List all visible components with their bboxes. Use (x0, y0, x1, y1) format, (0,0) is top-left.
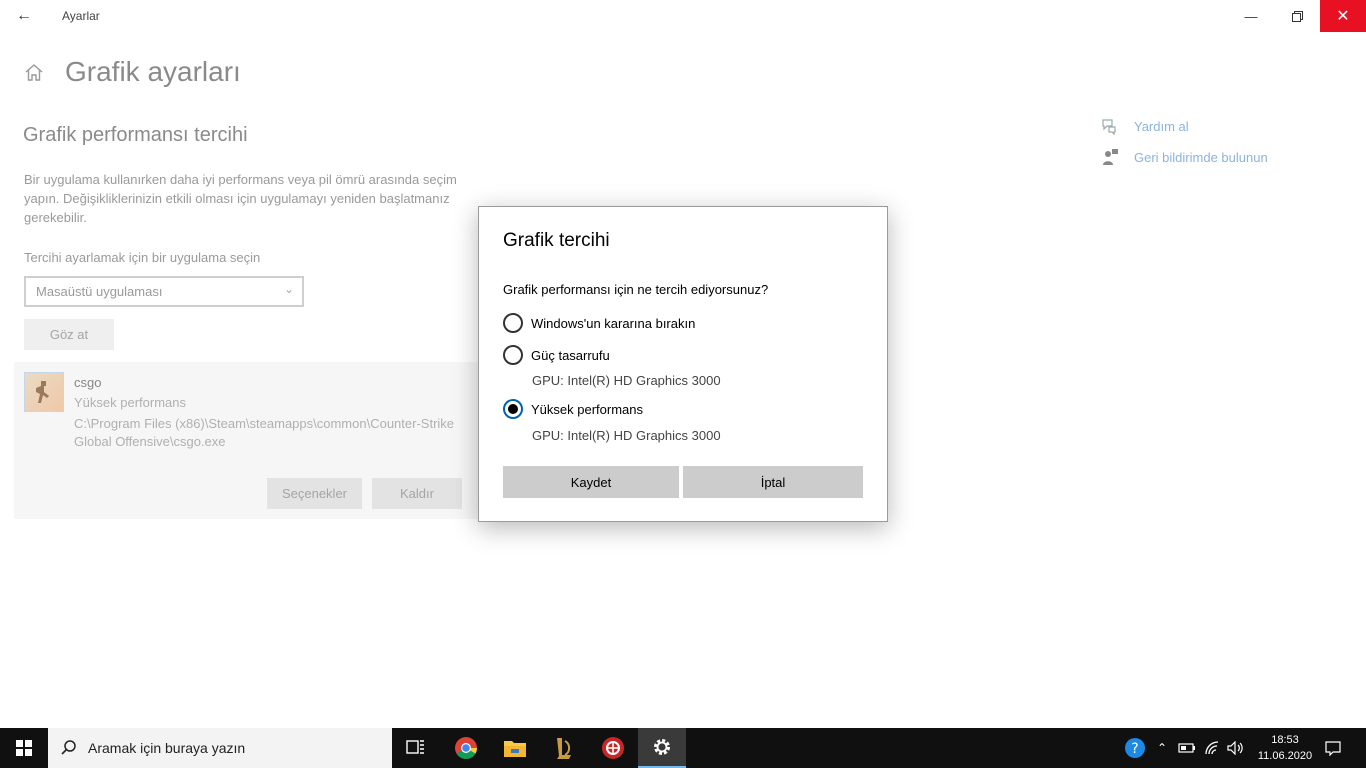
dialog-question: Grafik performansı için ne tercih ediyor… (503, 282, 769, 297)
chevron-down-icon: ⌄ (283, 282, 294, 296)
league-of-legends-icon (557, 738, 571, 759)
back-button[interactable]: ← (0, 0, 48, 32)
feedback-link[interactable]: Geri bildirimde bulunun (1134, 150, 1268, 165)
radio-button[interactable] (503, 345, 523, 365)
settings-icon (654, 739, 670, 755)
restore-button[interactable] (1274, 0, 1320, 32)
title-bar: ← Ayarlar — ✕ (0, 0, 1366, 32)
close-button[interactable]: ✕ (1320, 0, 1366, 32)
chrome-icon (455, 737, 477, 759)
page-title: Grafik ayarları (65, 56, 241, 87)
option-high-performance[interactable]: Yüksek performans (503, 399, 643, 419)
clock-date: 11.06.2020 (1257, 750, 1313, 762)
wifi-icon (1205, 741, 1219, 755)
radio-button[interactable] (503, 313, 523, 333)
app-type-select[interactable]: Masaüstü uygulaması ⌄ (24, 276, 304, 307)
svg-text:?: ? (1131, 741, 1138, 757)
app-name: csgo (74, 375, 102, 390)
remove-button[interactable]: Kaldır (372, 478, 462, 509)
file-explorer-icon (504, 741, 526, 757)
restore-icon (1291, 10, 1303, 22)
graphics-preference-dialog: Grafik tercihi Grafik performansı için n… (478, 206, 888, 522)
browse-button[interactable]: Göz at (24, 319, 114, 350)
notification-icon (1325, 741, 1341, 756)
help-chat-icon (1102, 119, 1116, 135)
section-description: Bir uygulama kullanırken daha iyi perfor… (24, 172, 457, 225)
search-icon (61, 740, 76, 755)
options-button[interactable]: Seçenekler (267, 478, 362, 509)
help-tray-button[interactable]: ? (1122, 728, 1148, 768)
help-link[interactable]: Yardım al (1134, 119, 1189, 134)
close-icon: ✕ (1336, 8, 1350, 25)
high-performance-gpu: GPU: Intel(R) HD Graphics 3000 (532, 428, 721, 443)
task-view-icon (406, 740, 424, 754)
minimize-button[interactable]: — (1228, 0, 1274, 32)
app-path: C:\Program Files (x86)\Steam\steamapps\c… (74, 416, 455, 449)
radio-button-checked[interactable] (503, 399, 523, 419)
clock[interactable]: 18:53 11.06.2020 (1250, 732, 1320, 764)
show-hidden-icons-button[interactable]: ⌃ (1152, 728, 1172, 768)
network-button[interactable] (1200, 728, 1224, 768)
battery-icon (1178, 743, 1195, 753)
option-label: Güç tasarrufu (531, 347, 610, 363)
app-title: Ayarlar (62, 9, 100, 23)
start-button[interactable] (0, 728, 48, 768)
antivirus-button[interactable] (589, 728, 637, 768)
dialog-title: Grafik tercihi (503, 230, 610, 251)
option-label: Windows'un kararına bırakın (531, 315, 696, 331)
task-view-button[interactable] (392, 728, 440, 768)
feedback-icon (1103, 149, 1118, 165)
battery-button[interactable] (1176, 728, 1198, 768)
home-icon[interactable] (24, 62, 44, 82)
taskbar-search-box[interactable]: Aramak için buraya yazın (48, 728, 392, 768)
back-arrow-icon: ← (16, 7, 32, 24)
section-title: Grafik performansı tercihi (23, 124, 248, 146)
power-saving-gpu: GPU: Intel(R) HD Graphics 3000 (532, 373, 721, 388)
windows-logo-icon (16, 740, 32, 756)
option-label: Yüksek performans (531, 401, 643, 417)
speaker-icon (1227, 741, 1243, 755)
option-power-saving[interactable]: Güç tasarrufu (503, 345, 610, 365)
file-explorer-button[interactable] (491, 728, 539, 768)
settings-taskbar-button[interactable] (638, 728, 686, 768)
action-center-button[interactable] (1318, 728, 1348, 768)
app-entry-card[interactable]: csgo Yüksek performans C:\Program Files … (14, 362, 484, 519)
option-let-windows-decide[interactable]: Windows'un kararına bırakın (503, 313, 695, 333)
league-button[interactable] (540, 728, 588, 768)
select-label: Tercihi ayarlamak için bir uygulama seçi… (24, 250, 261, 265)
save-button[interactable]: Kaydet (503, 466, 679, 498)
chrome-button[interactable] (442, 728, 490, 768)
chevron-up-icon: ⌃ (1156, 741, 1168, 755)
clock-time: 18:53 (1271, 734, 1299, 746)
csgo-app-icon (24, 372, 64, 412)
volume-button[interactable] (1224, 728, 1248, 768)
cancel-button[interactable]: İptal (683, 466, 863, 498)
minimize-icon: — (1244, 8, 1258, 24)
select-value: Masaüstü uygulaması (36, 284, 163, 299)
help-question-icon: ? (1125, 738, 1145, 758)
app-preference: Yüksek performans (74, 395, 186, 410)
antivirus-icon (602, 737, 624, 759)
taskbar: Aramak için buraya yazın ? ⌃ 18:53 11.06… (0, 728, 1366, 768)
search-placeholder: Aramak için buraya yazın (88, 740, 246, 756)
